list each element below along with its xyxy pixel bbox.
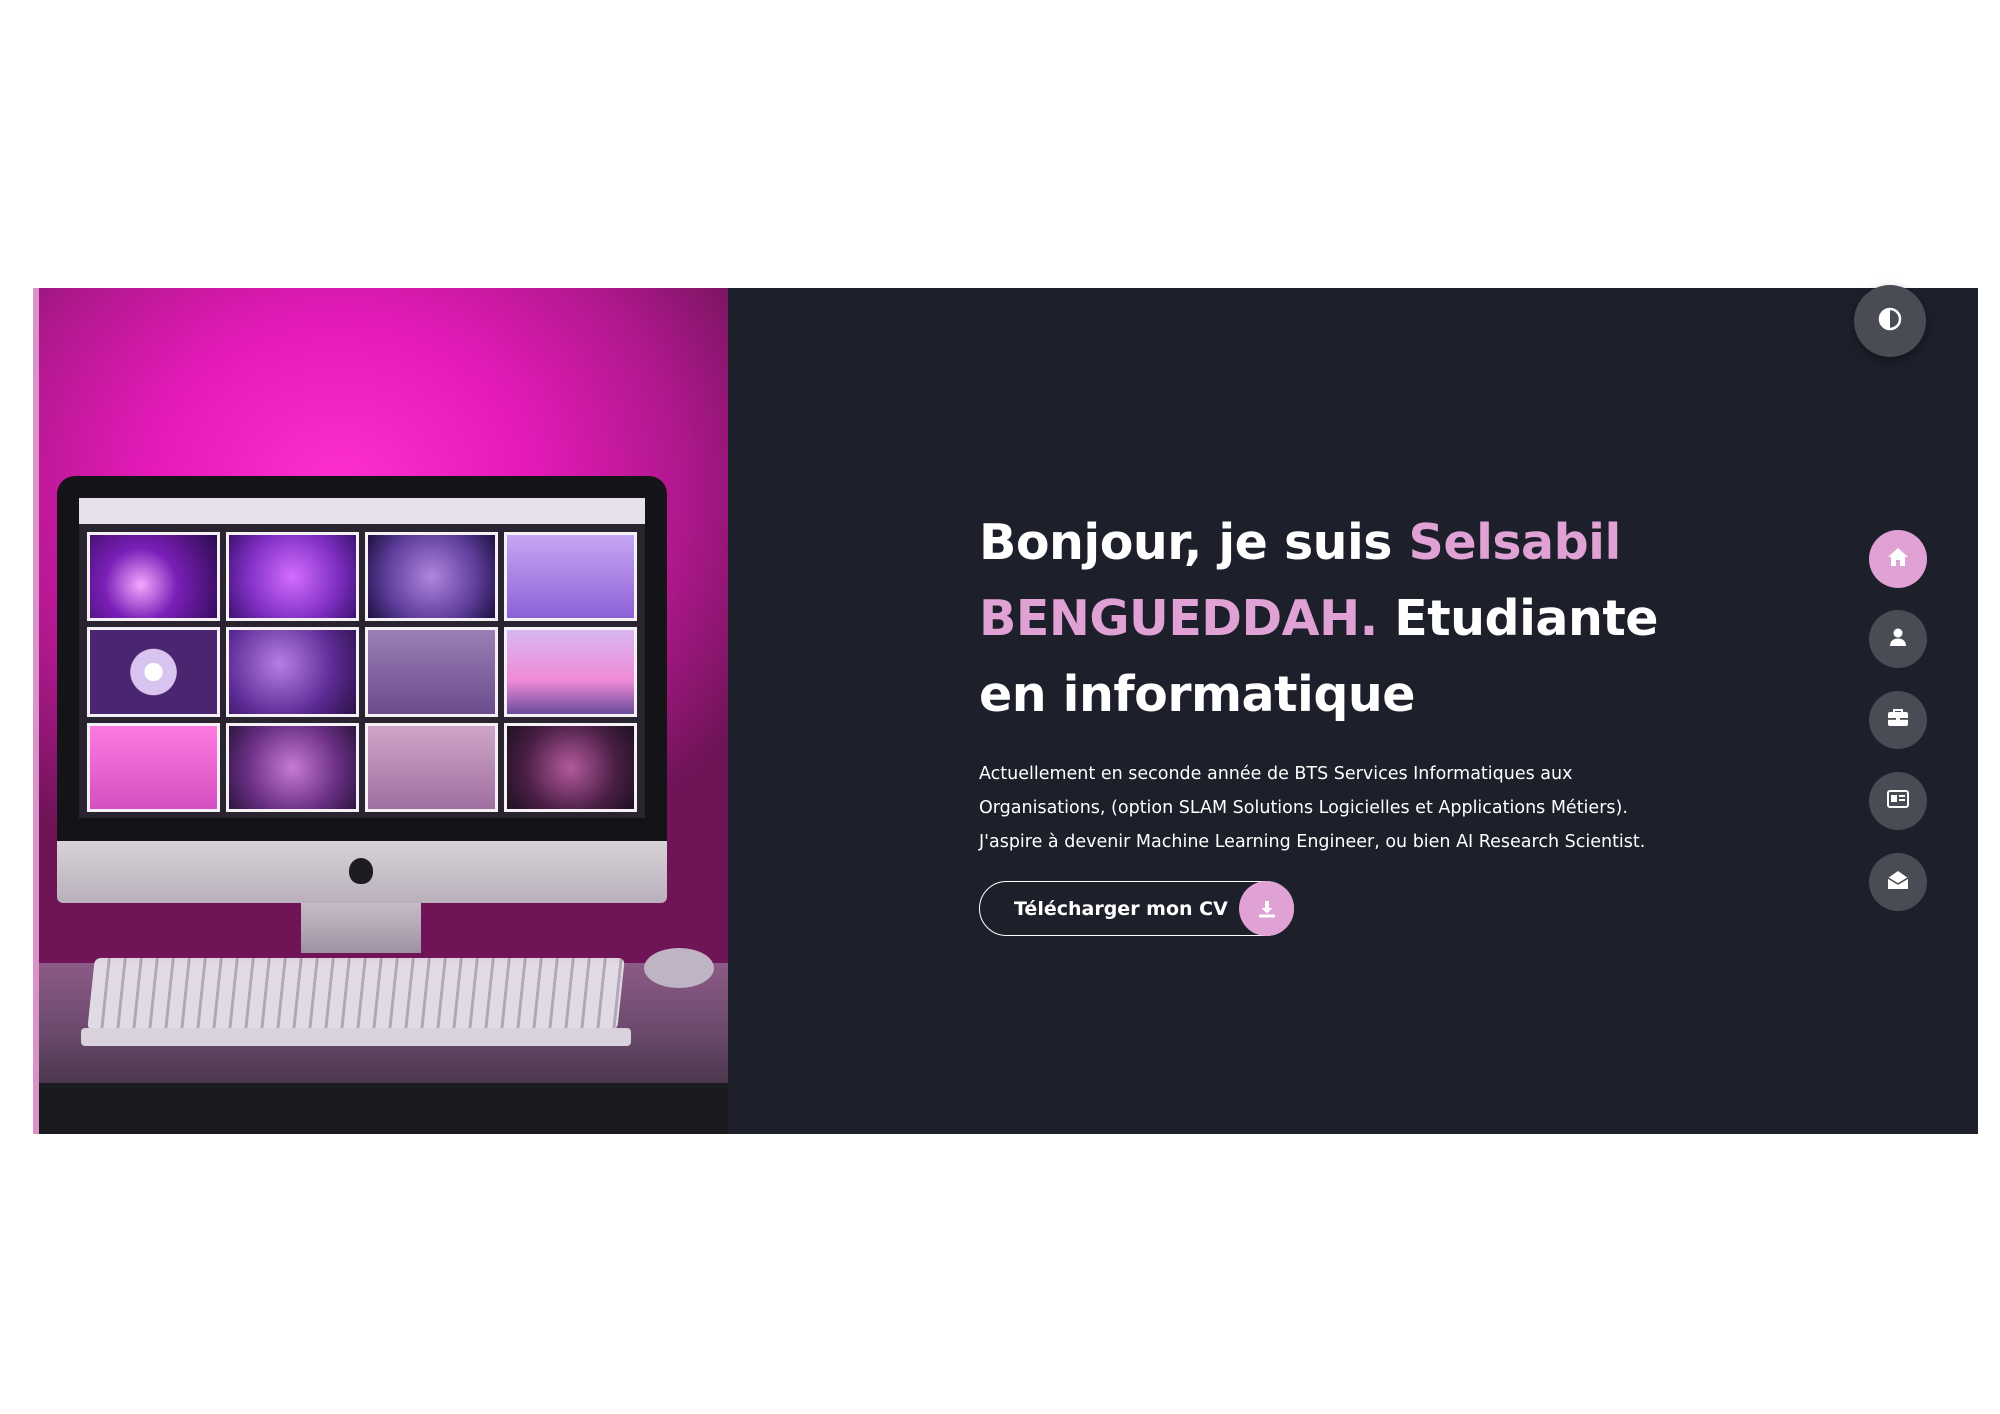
mouse-illustration <box>644 948 714 988</box>
contrast-icon <box>1878 307 1902 336</box>
nav-contact-button[interactable] <box>1869 853 1927 911</box>
photo-tile <box>365 722 498 812</box>
photo-tile <box>226 532 359 622</box>
download-icon <box>1239 881 1294 936</box>
photo-tile <box>87 532 220 622</box>
download-cv-label: Télécharger mon CV <box>1014 897 1228 920</box>
photo-tile <box>87 627 220 717</box>
keyboard-illustration <box>87 958 625 1030</box>
theme-toggle-button[interactable] <box>1854 285 1926 357</box>
photo-tile <box>226 722 359 812</box>
nav-resume-button[interactable] <box>1869 772 1927 830</box>
description-line: Organisations, (option SLAM Solutions Lo… <box>979 798 1628 818</box>
nav-portfolio-button[interactable] <box>1869 691 1927 749</box>
screen-toolbar <box>79 498 645 524</box>
description-line: J'aspire à devenir Machine Learning Engi… <box>979 832 1646 852</box>
download-cv-button[interactable]: Télécharger mon CV <box>979 881 1294 936</box>
id-card-icon <box>1887 789 1909 813</box>
photo-tile <box>226 627 359 717</box>
photo-tile <box>365 532 498 622</box>
apple-logo-icon <box>349 858 373 884</box>
user-icon <box>1888 627 1908 652</box>
imac-stand <box>301 903 421 953</box>
photo-tile <box>504 532 637 622</box>
envelope-open-icon <box>1887 870 1909 895</box>
photo-tile <box>365 627 498 717</box>
nav-home-button[interactable] <box>1869 530 1927 588</box>
accent-edge <box>33 288 39 1134</box>
photo-tile <box>87 722 220 812</box>
desk-edge <box>39 1083 728 1134</box>
imac-screen <box>79 498 645 818</box>
keyboard-base <box>81 1028 631 1046</box>
hero-description: Actuellement en seconde année de BTS Ser… <box>979 757 1739 859</box>
nav-about-button[interactable] <box>1869 610 1927 668</box>
photo-tile <box>504 627 637 717</box>
home-icon <box>1887 547 1909 572</box>
photo-grid <box>87 532 637 812</box>
hero-image <box>39 288 728 1134</box>
description-line: Actuellement en seconde année de BTS Ser… <box>979 764 1573 784</box>
photo-tile <box>504 722 637 812</box>
hero-title: Bonjour, je suis Selsabil BENGUEDDAH. Et… <box>979 505 1739 733</box>
briefcase-icon <box>1887 708 1909 733</box>
title-prefix: Bonjour, je suis <box>979 514 1409 571</box>
